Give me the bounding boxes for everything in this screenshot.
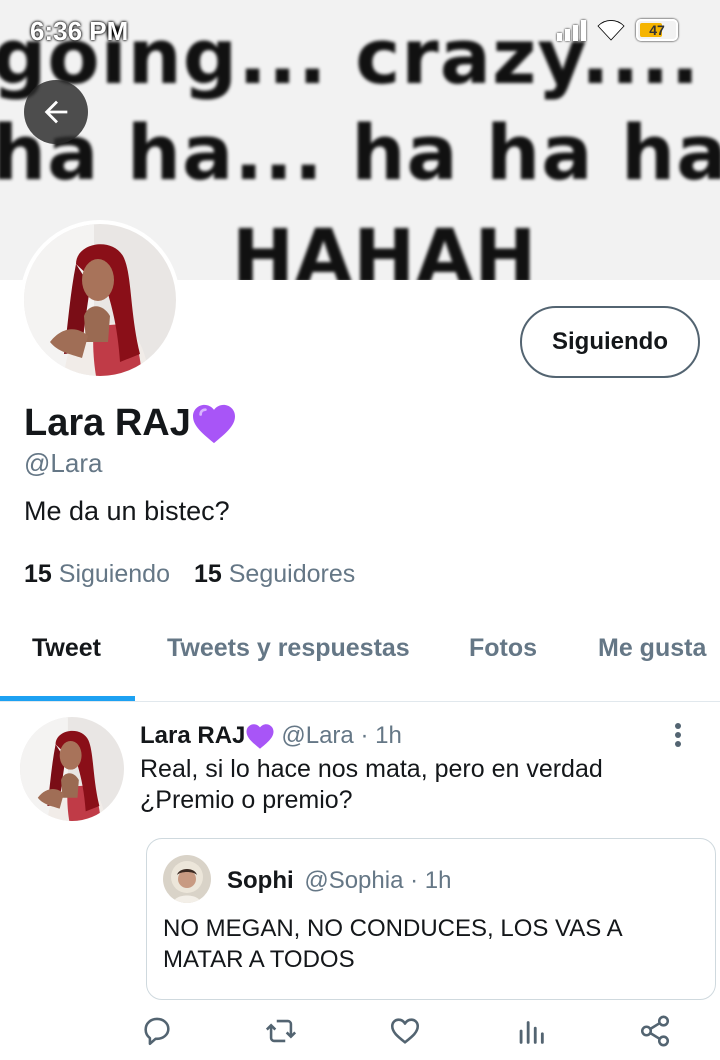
tweet-actions	[0, 1014, 720, 1054]
quoted-author-name: Sophi	[227, 867, 294, 894]
avatar-image	[24, 224, 176, 376]
following-button[interactable]: Siguiendo	[520, 306, 700, 378]
tweet-text-line-1: Real, si lo hace nos mata, pero en verda…	[140, 755, 603, 783]
quoted-author-avatar	[163, 855, 211, 903]
avatar-image	[20, 717, 124, 821]
active-tab-indicator	[0, 696, 135, 701]
like-icon[interactable]	[388, 1014, 422, 1048]
tab-tweets-and-replies[interactable]: Tweets y respuestas	[167, 634, 410, 663]
back-button[interactable]	[24, 80, 88, 144]
status-bar: 6:36 PM 47	[0, 0, 720, 64]
avatar-image	[163, 855, 211, 903]
profile-bio: Me da un bistec?	[24, 496, 230, 526]
tweet-author-meta: @Lara · 1h	[281, 722, 402, 749]
tweet-author-name[interactable]: Lara RAJ	[140, 722, 245, 750]
quoted-tweet-text: NO MEGAN, NO CONDUCES, LOS VAS A MATAR A…	[163, 913, 683, 975]
share-icon[interactable]	[638, 1014, 672, 1048]
status-time: 6:36 PM	[30, 16, 129, 46]
profile-tabs: Tweet Tweets y respuestas Fotos Me gusta	[0, 610, 720, 702]
banner-text-line-2: ha ha... ha ha ha HA	[0, 108, 720, 197]
profile-display-name: Lara RAJ	[24, 402, 237, 445]
followers-count: 15	[193, 560, 222, 588]
following-count: 15	[24, 560, 52, 588]
more-vertical-icon[interactable]	[668, 722, 688, 748]
reply-icon[interactable]	[140, 1014, 174, 1048]
banner-text-line-3: HAHAH	[232, 214, 538, 280]
purple-heart-icon	[192, 404, 235, 443]
battery-icon: 47	[636, 19, 678, 41]
profile-handle: @Lara	[24, 448, 103, 478]
retweet-icon[interactable]	[264, 1014, 298, 1048]
tab-tweets[interactable]: Tweet	[32, 634, 101, 663]
quoted-tweet[interactable]: Sophi @Sophia · 1h NO MEGAN, NO CONDUCES…	[146, 838, 716, 1000]
followers-stat[interactable]: 15 Seguidores	[194, 560, 355, 589]
quoted-text-line-2: MATAR A TODOS	[163, 946, 355, 973]
quoted-text-line-1: NO MEGAN, NO CONDUCES, LOS VAS A	[163, 915, 623, 942]
tweet-header: Lara RAJ @Lara · 1h	[140, 722, 402, 750]
tweet-text-line-2: ¿Premio o premio?	[140, 786, 353, 814]
signal-icon	[557, 19, 586, 41]
analytics-icon[interactable]	[514, 1014, 548, 1048]
quoted-tweet-header: Sophi @Sophia · 1h	[227, 867, 451, 895]
tweet-author-avatar[interactable]	[20, 717, 124, 821]
following-stat[interactable]: 15 Siguiendo	[24, 560, 170, 589]
purple-heart-icon	[246, 723, 274, 749]
arrow-left-icon	[44, 100, 68, 124]
profile-stats: 15 Siguiendo 15 Seguidores	[24, 560, 355, 589]
following-label: Siguiendo	[58, 560, 170, 588]
followers-label: Seguidores	[228, 560, 356, 588]
profile-avatar[interactable]	[20, 220, 180, 380]
tweet-text: Real, si lo hace nos mata, pero en verda…	[140, 754, 700, 816]
battery-level: 47	[649, 22, 665, 38]
tab-photos[interactable]: Fotos	[469, 634, 537, 663]
tab-likes[interactable]: Me gusta	[598, 634, 706, 663]
tweet[interactable]: Lara RAJ @Lara · 1h Real, si lo hace nos…	[0, 702, 720, 1060]
wifi-icon	[597, 20, 625, 41]
profile-name-text: Lara RAJ	[24, 402, 191, 444]
quoted-author-meta: @Sophia · 1h	[304, 867, 452, 894]
status-icons: 47	[557, 18, 678, 42]
